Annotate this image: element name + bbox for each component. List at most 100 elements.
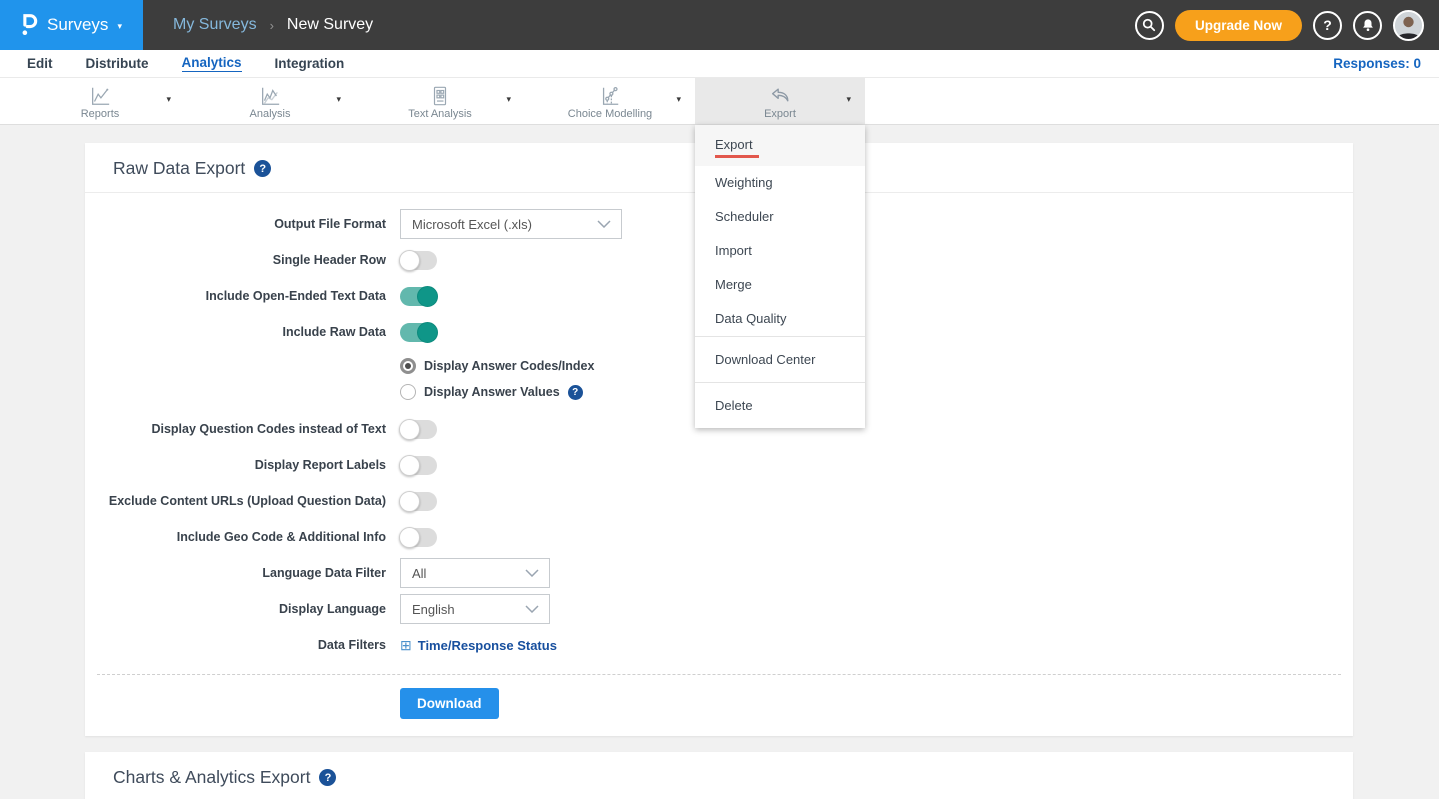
field-label: Data Filters [85,638,386,652]
radio-option-answer-values[interactable]: Display Answer Values ? [400,379,1353,405]
open-ended-toggle[interactable] [400,287,437,306]
exclude-urls-toggle[interactable] [400,492,437,511]
field-label: Display Language [85,602,386,616]
notifications-button[interactable] [1353,11,1382,40]
upgrade-now-button[interactable]: Upgrade Now [1175,10,1302,41]
field-label: Include Raw Data [85,325,386,339]
toolbar-label: Choice Modelling [568,108,652,120]
caret-down-icon: ▾ [117,21,122,32]
chevron-down-icon [597,220,611,228]
menu-item-import[interactable]: Import [695,234,865,268]
question-mark-icon: ? [1323,17,1332,33]
product-label: Surveys [47,15,108,35]
form-row-exclude-urls: Exclude Content URLs (Upload Question Da… [85,483,1353,519]
chevron-down-icon [525,569,539,577]
tab-distribute[interactable]: Distribute [86,56,149,72]
caret-down-icon[interactable]: ▾ [336,94,341,105]
responses-count: Responses: 0 [1333,56,1421,71]
export-dropdown-menu: Export Weighting Scheduler Import Merge … [695,125,865,428]
output-format-select[interactable]: Microsoft Excel (.xls) [400,209,622,239]
chevron-down-icon [525,605,539,613]
charts-analytics-export-card: Charts & Analytics Export ? [85,752,1353,799]
form-row-geo-code: Include Geo Code & Additional Info [85,519,1353,555]
survey-subnav: Edit Distribute Analytics Integration Re… [0,50,1439,78]
menu-item-scheduler[interactable]: Scheduler [695,200,865,234]
menu-item-weighting[interactable]: Weighting [695,166,865,200]
toggle-knob [399,527,420,548]
help-icon[interactable]: ? [319,769,336,786]
field-label: Include Geo Code & Additional Info [85,530,386,544]
radio-option-codes-index[interactable]: Display Answer Codes/Index [400,353,1353,379]
caret-down-icon[interactable]: ▾ [846,94,851,105]
help-icon[interactable]: ? [254,160,271,177]
choice-modelling-icon [598,83,622,107]
toggle-knob [417,286,438,307]
field-label: Display Question Codes instead of Text [85,422,386,436]
time-response-status-link[interactable]: ⊞ Time/Response Status [400,637,557,654]
display-language-select[interactable]: English [400,594,550,624]
field-label: Display Report Labels [85,458,386,472]
field-label: Single Header Row [85,253,386,267]
plus-box-icon: ⊞ [400,637,412,654]
field-label: Language Data Filter [85,566,386,580]
form-row-data-filters: Data Filters ⊞ Time/Response Status [85,627,1353,663]
text-analysis-icon [429,83,451,107]
bell-icon [1361,18,1375,32]
tab-analytics[interactable]: Analytics [182,55,242,72]
section-title: Charts & Analytics Export [113,767,310,788]
toggle-knob [399,455,420,476]
toolbar-item-reports[interactable]: Reports ▾ [15,78,185,124]
reports-chart-icon [88,83,112,107]
radio-selected-icon[interactable] [400,358,416,374]
breadcrumb-my-surveys[interactable]: My Surveys [173,16,257,34]
menu-item-export[interactable]: Export [695,125,865,166]
caret-down-icon[interactable]: ▾ [506,94,511,105]
user-avatar[interactable] [1393,10,1424,41]
export-arrow-icon [768,83,792,107]
help-button[interactable]: ? [1313,11,1342,40]
menu-item-merge[interactable]: Merge [695,268,865,302]
caret-down-icon[interactable]: ▾ [676,94,681,105]
topbar-actions: Upgrade Now ? [1135,0,1439,50]
menu-item-download-center[interactable]: Download Center [695,337,865,382]
menu-item-data-quality[interactable]: Data Quality [695,302,865,336]
search-button[interactable] [1135,11,1164,40]
form-row-report-labels: Display Report Labels [85,447,1353,483]
form-row-display-language: Display Language English [85,591,1353,627]
link-label: Time/Response Status [418,638,557,653]
select-value: English [412,602,455,617]
help-icon[interactable]: ? [568,385,583,400]
analysis-chart-icon [258,83,282,107]
toolbar-label: Export [764,108,796,120]
toggle-knob [399,491,420,512]
product-switcher[interactable]: Surveys ▾ [0,0,143,50]
menu-item-delete[interactable]: Delete [695,383,865,428]
select-value: All [412,566,426,581]
breadcrumb: My Surveys › New Survey [173,0,373,50]
radio-label: Display Answer Values [424,385,560,399]
field-label: Include Open-Ended Text Data [85,289,386,303]
toggle-knob [417,322,438,343]
tab-integration[interactable]: Integration [275,56,345,72]
toolbar-item-choice-modelling[interactable]: Choice Modelling ▾ [525,78,695,124]
tab-edit[interactable]: Edit [27,56,53,72]
raw-data-toggle[interactable] [400,323,437,342]
toolbar-label: Text Analysis [408,108,472,120]
report-labels-toggle[interactable] [400,456,437,475]
toggle-knob [399,419,420,440]
download-row: Download [85,675,1353,736]
form-row-language-filter: Language Data Filter All [85,555,1353,591]
search-icon [1142,18,1156,32]
toggle-knob [399,250,420,271]
single-header-toggle[interactable] [400,251,437,270]
geo-code-toggle[interactable] [400,528,437,547]
radio-unselected-icon[interactable] [400,384,416,400]
toolbar-item-export[interactable]: Export ▾ [695,78,865,124]
question-codes-toggle[interactable] [400,420,437,439]
caret-down-icon[interactable]: ▾ [166,94,171,105]
language-filter-select[interactable]: All [400,558,550,588]
toolbar-item-analysis[interactable]: Analysis ▾ [185,78,355,124]
analytics-toolbar: Reports ▾ Analysis ▾ Text Analysis ▾ [0,78,1439,125]
toolbar-item-text-analysis[interactable]: Text Analysis ▾ [355,78,525,124]
download-button[interactable]: Download [400,688,499,719]
